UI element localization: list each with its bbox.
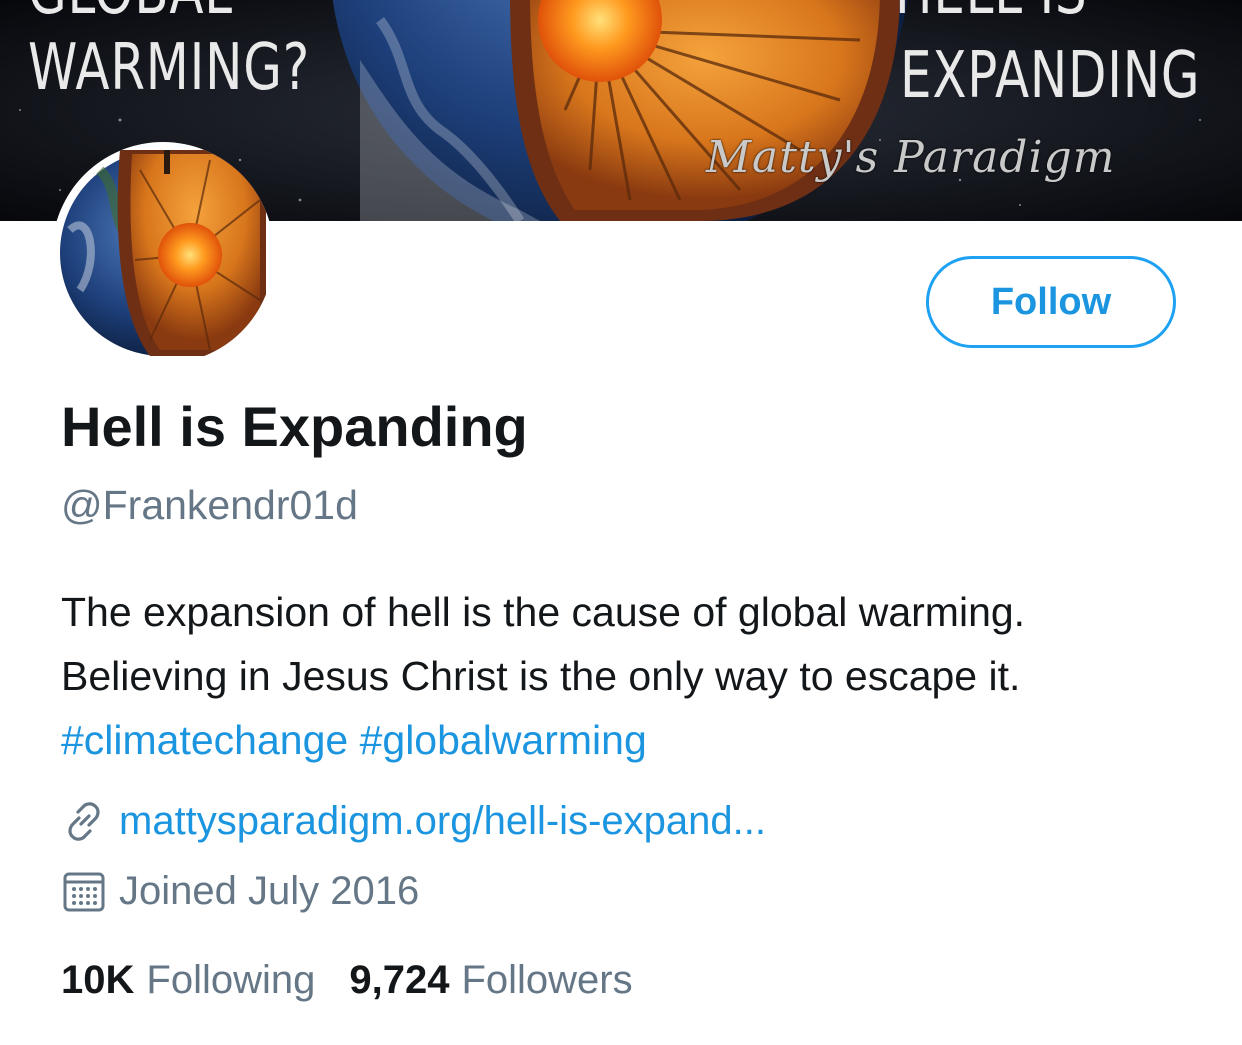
profile-bio: The expansion of hell is the cause of gl… [61, 580, 1191, 772]
avatar[interactable] [52, 142, 274, 364]
profile-handle: @Frankendr01d [61, 482, 358, 528]
hashtag-climatechange[interactable]: #climatechange [61, 717, 348, 763]
banner-headline-left-top: GLOBAL [28, 0, 233, 24]
profile-stats: 10K Following 9,724 Followers [61, 958, 633, 1003]
hashtag-globalwarming[interactable]: #globalwarming [360, 717, 647, 763]
avatar-image [60, 150, 266, 356]
followers-count: 9,724 [349, 958, 450, 1002]
banner-signature: Matty's Paradigm [706, 132, 1116, 183]
following-count: 10K [61, 958, 135, 1002]
profile-joined-row: Joined July 2016 [61, 868, 419, 914]
link-icon [61, 798, 107, 844]
banner-headline-right-top: HELL IS [895, 0, 1087, 24]
following-stat[interactable]: 10K Following [61, 958, 315, 1003]
profile-website-row: mattysparadigm.org/hell-is-expand... [61, 798, 766, 844]
calendar-icon [61, 868, 107, 914]
banner-headline-left: WARMING? [28, 31, 311, 105]
profile-website-link[interactable]: mattysparadigm.org/hell-is-expand... [119, 799, 766, 844]
profile-joined-date: Joined July 2016 [119, 868, 420, 913]
bio-text: The expansion of hell is the cause of gl… [61, 589, 1026, 699]
followers-label: Followers [461, 958, 633, 1002]
banner-headline-right: EXPANDING [900, 39, 1201, 113]
follow-button[interactable]: Follow [926, 256, 1176, 348]
followers-stat[interactable]: 9,724 Followers [349, 958, 632, 1003]
profile-name: Hell is Expanding [61, 395, 528, 458]
following-label: Following [146, 958, 316, 1002]
